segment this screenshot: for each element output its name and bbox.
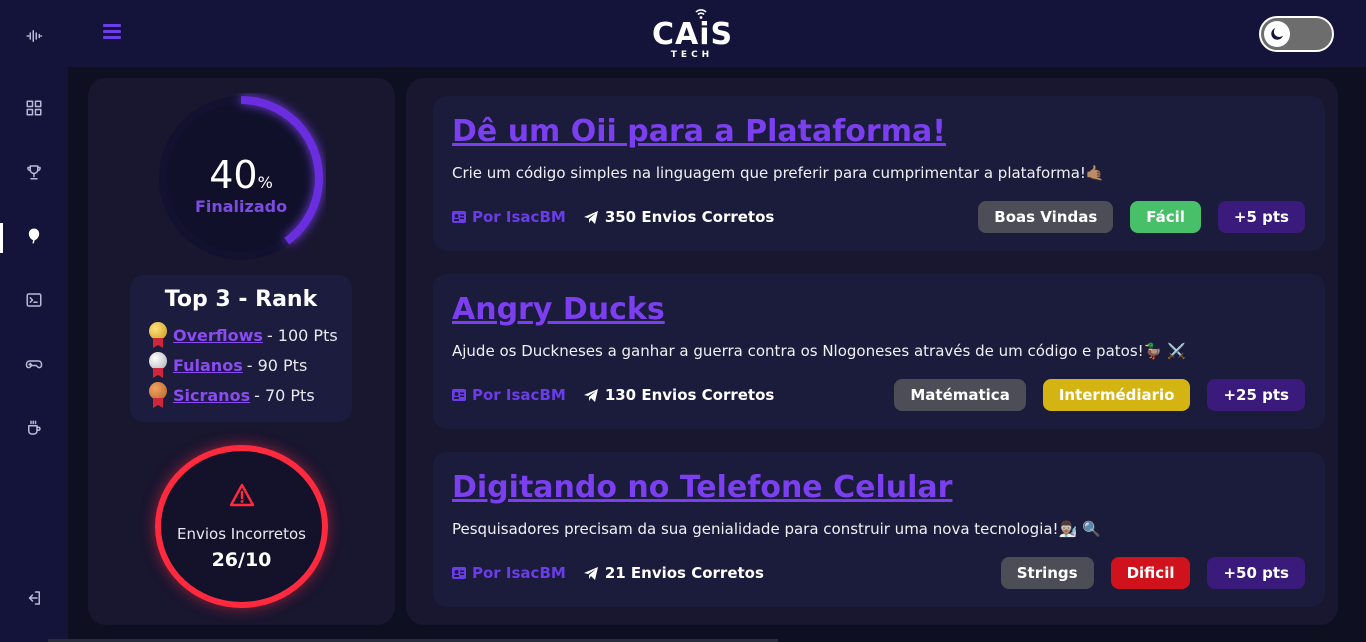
challenge-description: Ajude os Duckneses a ganhar a guerra con… — [452, 342, 1186, 360]
challenge-author[interactable]: Por IsacBM — [452, 208, 566, 226]
rank-entry: Sicranos - 70 Pts — [148, 382, 315, 408]
challenge-tags: Matématica Intermédiario +25 pts — [894, 379, 1305, 411]
theme-toggle[interactable] — [1259, 16, 1334, 52]
trophy-icon[interactable] — [22, 160, 46, 184]
progress-percent: 40% — [209, 153, 273, 197]
challenge-meta: Por IsacBM 350 Envios Corretos — [452, 207, 774, 227]
rank-points: - 100 Pts — [266, 325, 338, 345]
coffee-icon[interactable] — [22, 416, 46, 440]
errors-label: Envios Incorretos — [177, 525, 306, 543]
challenge-meta: Por IsacBM 21 Envios Corretos — [452, 563, 764, 583]
paper-plane-icon — [583, 210, 598, 224]
correct-sends: 21 Envios Corretos — [583, 564, 764, 582]
sends-label: 350 Envios Corretos — [604, 208, 775, 226]
warning-icon — [229, 483, 255, 507]
hamburger-menu-icon[interactable] — [103, 24, 121, 40]
category-tag[interactable]: Matématica — [894, 379, 1026, 411]
challenge-tags: Boas Vindas Fácil +5 pts — [978, 201, 1305, 233]
sends-label: 130 Envios Corretos — [604, 386, 775, 404]
challenge-card[interactable]: Angry Ducks Ajude os Duckneses a ganhar a… — [433, 274, 1325, 429]
balloon-icon[interactable] — [22, 224, 46, 248]
grid-icon[interactable] — [22, 96, 46, 120]
difficulty-tag[interactable]: Fácil — [1130, 201, 1201, 233]
logo[interactable]: CAiS TECH — [652, 6, 732, 62]
author-label: Por IsacBM — [472, 564, 566, 582]
author-label: Por IsacBM — [472, 208, 566, 226]
challenge-card[interactable]: Dê um Oii para a Plataforma! Crie um códi… — [433, 96, 1325, 251]
id-card-icon — [452, 389, 466, 401]
terminal-icon[interactable] — [22, 288, 46, 312]
challenge-title-link[interactable]: Dê um Oii para a Plataforma! — [452, 114, 946, 149]
paper-plane-icon — [583, 388, 598, 402]
challenge-card[interactable]: Digitando no Telefone Celular Pesquisador… — [433, 452, 1325, 607]
progress-label: Finalizado — [194, 197, 288, 216]
challenge-author[interactable]: Por IsacBM — [452, 564, 566, 582]
sidebar — [0, 0, 68, 642]
rank-name-link[interactable]: Sicranos — [173, 386, 250, 405]
progress-display: 40% Finalizado — [156, 93, 326, 263]
challenge-meta: Por IsacBM 130 Envios Corretos — [452, 385, 774, 405]
challenge-title-link[interactable]: Angry Ducks — [452, 292, 665, 327]
logo-text: CAiS — [652, 17, 734, 52]
challenge-description: Crie um código simples na linguagem que … — [452, 164, 1105, 182]
moon-icon — [1264, 21, 1290, 47]
difficulty-tag[interactable]: Dificil — [1110, 557, 1191, 589]
challenge-title-link[interactable]: Digitando no Telefone Celular — [452, 470, 952, 505]
points-tag: +25 pts — [1207, 379, 1305, 411]
points-tag: +5 pts — [1217, 201, 1305, 233]
waveform-icon[interactable] — [22, 24, 46, 48]
id-card-icon — [452, 211, 466, 223]
rank-entry: Fulanos - 90 Pts — [148, 352, 307, 378]
rank-card: Top 3 - Rank Overflows - 100 Pts Fulanos… — [130, 275, 352, 422]
challenge-tags: Strings Dificil +50 pts — [1000, 557, 1305, 589]
active-indicator — [0, 223, 3, 253]
sends-label: 21 Envios Corretos — [604, 564, 764, 582]
challenge-description: Pesquisadores precisam da sua genialidad… — [452, 520, 1101, 538]
id-card-icon — [452, 567, 466, 579]
wifi-icon — [695, 9, 707, 19]
silver-medal-icon — [148, 352, 168, 378]
gold-medal-icon — [148, 322, 168, 348]
errors-value: 26/10 — [211, 549, 272, 571]
author-label: Por IsacBM — [472, 386, 566, 404]
category-tag[interactable]: Boas Vindas — [978, 201, 1114, 233]
category-tag[interactable]: Strings — [1000, 557, 1094, 589]
logout-icon[interactable] — [22, 586, 46, 610]
paper-plane-icon — [583, 566, 598, 580]
rank-name-link[interactable]: Fulanos — [173, 356, 243, 375]
rank-points: - 90 Pts — [246, 355, 308, 375]
correct-sends: 350 Envios Corretos — [583, 208, 775, 226]
gamepad-icon[interactable] — [22, 352, 46, 376]
rank-points: - 70 Pts — [254, 385, 315, 405]
rank-title: Top 3 - Rank — [164, 287, 318, 312]
challenge-author[interactable]: Por IsacBM — [452, 386, 566, 404]
bronze-medal-icon — [148, 382, 168, 408]
rank-name-link[interactable]: Overflows — [173, 326, 263, 345]
rank-entry: Overflows - 100 Pts — [148, 322, 338, 348]
points-tag: +50 pts — [1207, 557, 1305, 589]
correct-sends: 130 Envios Corretos — [583, 386, 775, 404]
difficulty-tag[interactable]: Intermédiario — [1042, 379, 1191, 411]
